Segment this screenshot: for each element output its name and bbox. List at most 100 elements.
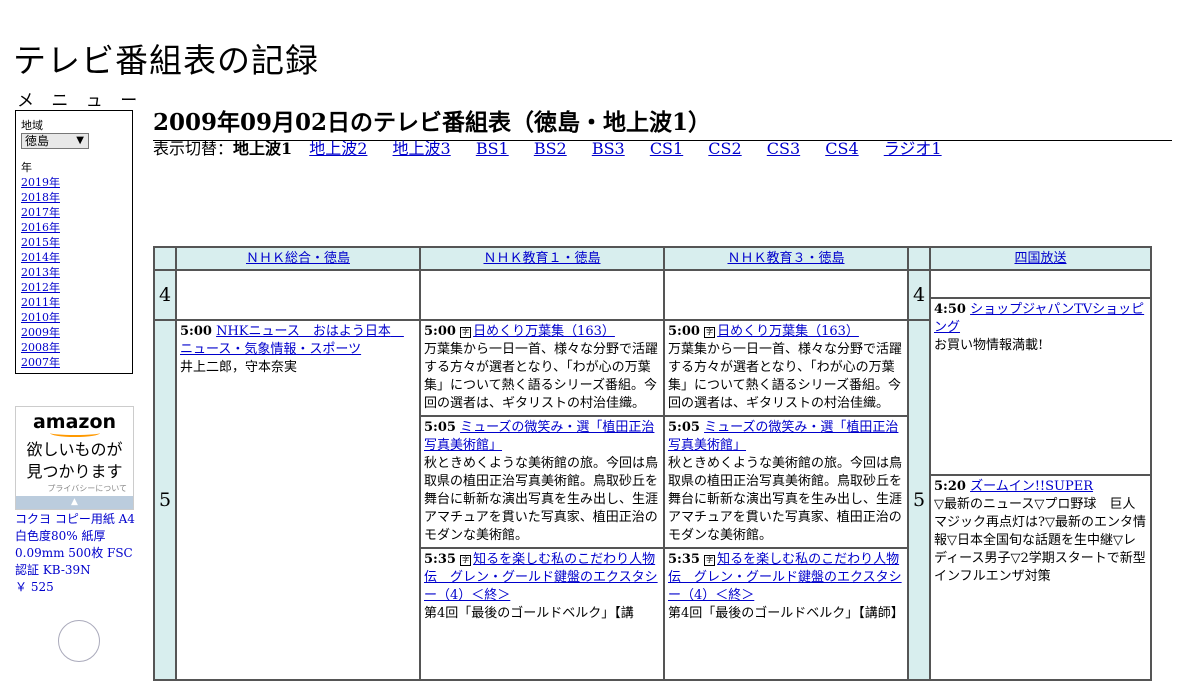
program-grid: ＮＨＫ総合・徳島 ＮＨＫ教育１・徳島 ＮＨＫ教育３・徳島 四国放送 4 4 4:… [153,246,1152,681]
switch-link[interactable]: CS3 [767,139,800,158]
program-desc: 万葉集から一日一首、様々な分野で活躍する方々が選者となり、「わが心の万葉集」につ… [424,342,659,411]
program-time: 5:00 [424,324,456,339]
switch-link[interactable]: BS1 [476,139,509,158]
amazon-ad-banner[interactable]: amazon 欲しいものが 見つかります プライバシーについて ▲ [15,406,134,510]
channel-link[interactable]: ＮＨＫ教育３・徳島 [727,251,844,266]
hour-label: 4 [153,269,177,321]
program: 5:00 NHKニュース おはよう日本 ニュース・気象情報・スポーツ 井上二郎，… [180,323,416,380]
program-time: 5:35 [424,552,456,567]
year-link[interactable]: 2009年 [21,325,127,340]
program: 5:00 字日めくり万葉集（163） 万葉集から一日一首、様々な分野で活躍する方… [665,321,907,417]
year-link[interactable]: 2014年 [21,250,127,265]
hour-row: 4 4 4:50 ショップジャパンTVショッピング お買い物情報満載! 5:20… [153,269,1152,681]
switch-link[interactable]: ラジオ1 [884,139,942,158]
hour-label: 4 [907,269,931,321]
switch-link[interactable]: 地上波3 [393,139,451,158]
year-link[interactable]: 2010年 [21,310,127,325]
program: 5:05 ミューズの微笑み・選「植田正治写真美術館」 秋ときめくような美術館の旅… [421,417,663,549]
ad-product-price: ￥ 525 [15,580,54,594]
program-time: 4:50 [934,302,966,317]
switch-link[interactable]: CS4 [825,139,858,158]
program-desc: 第4回「最後のゴールドベルク」【講 [424,606,634,621]
year-link[interactable]: 2019年 [21,175,127,190]
program: 5:00 字日めくり万葉集（163） 万葉集から一日一首、様々な分野で活躍する方… [421,321,663,417]
program-time: 5:35 [668,552,700,567]
channel-header-row: ＮＨＫ総合・徳島 ＮＨＫ教育１・徳島 ＮＨＫ教育３・徳島 四国放送 [153,246,1152,271]
channel-link[interactable]: ＮＨＫ教育１・徳島 [483,251,600,266]
channel-header: ＮＨＫ教育３・徳島 [663,246,909,271]
year-link[interactable]: 2016年 [21,220,127,235]
program: 5:20 ズームイン!!SUPER ▽最新のニュース▽プロ野球 巨人マジック再点… [931,476,1150,588]
chevron-up-icon[interactable]: ▲ [16,496,133,509]
year-link[interactable]: 2015年 [21,235,127,250]
year-label: 年 [21,161,32,174]
program-title[interactable]: ミューズの微笑み・選「植田正治写真美術館」 [424,420,654,453]
program-cell: 5:00 字日めくり万葉集（163） 万葉集から一日一首、様々な分野で活躍する方… [663,319,909,681]
program-cell-empty [419,269,665,321]
program-title[interactable]: ズームイン!!SUPER [970,479,1093,494]
program-title[interactable]: NHKニュース おはよう日本 ニュース・気象情報・スポーツ [180,324,404,357]
channel-link[interactable]: 四国放送 [1014,251,1066,266]
program-desc: 秋ときめくような美術館の旅。今回は鳥取県の植田正治写真美術館。鳥取砂丘を舞台に斬… [668,456,903,543]
switch-link[interactable]: CS1 [650,139,683,158]
program-time: 5:05 [668,420,700,435]
channel-header: ＮＨＫ教育１・徳島 [419,246,665,271]
program-title[interactable]: 知るを楽しむ私のこだわり人物伝 グレン・グールド鍵盤のエクスタシー（4）＜終＞ [668,552,902,603]
year-link[interactable]: 2013年 [21,265,127,280]
amazon-logo: amazon [32,411,117,433]
program-desc: 第4回「最後のゴールドベルク」【講師】 [668,606,904,621]
program-title[interactable]: 日めくり万葉集（163） [473,324,615,339]
menu-box: 地域 徳島 ▼ 年 2019年 2018年 2017年 2016年 2015年 … [15,110,133,374]
hour-label: 5 [907,319,931,681]
program: 5:05 ミューズの微笑み・選「植田正治写真美術館」 秋ときめくような美術館の旅… [665,417,907,549]
ad-image[interactable] [58,620,100,662]
program-time: 5:00 [668,324,700,339]
program-desc: 万葉集から一日一首、様々な分野で活躍する方々が選者となり、「わが心の万葉集」につ… [668,342,903,411]
channel-link[interactable]: ＮＨＫ総合・徳島 [246,251,350,266]
program-desc: 井上二郎，守本奈実 [180,360,298,375]
program: 5:35 字知るを楽しむ私のこだわり人物伝 グレン・グールド鍵盤のエクスタシー（… [421,549,663,625]
switch-link[interactable]: 地上波2 [309,139,367,158]
ad-product[interactable]: コクヨ コピー用紙 A4 白色度80% 紙厚 0.09mm 500枚 FSC認証… [15,511,140,596]
program-title[interactable]: 知るを楽しむ私のこだわり人物伝 グレン・グールド鍵盤のエクスタシー（4）＜終＞ [424,552,658,603]
year-link[interactable]: 2007年 [21,355,127,370]
menu-heading: メ ニ ュ ー [17,91,144,111]
subtitle-icon: 字 [460,327,472,338]
ad-privacy-link[interactable]: プライバシーについて [16,483,133,494]
year-link[interactable]: 2008年 [21,340,127,355]
program-desc: ▽最新のニュース▽プロ野球 巨人マジック再点灯は?▽最新のエンタ情報▽日本全国旬… [934,497,1146,584]
program-cell-empty [663,269,909,321]
year-link[interactable]: 2012年 [21,280,127,295]
switch-link[interactable]: BS3 [592,139,625,158]
year-link[interactable]: 2011年 [21,295,127,310]
program-cell: 4:50 ショップジャパンTVショッピング お買い物情報満載! 5:20 ズーム… [929,269,1152,681]
switch-link[interactable]: CS2 [708,139,741,158]
hour-header-cell [153,246,177,271]
program-title[interactable]: ミューズの微笑み・選「植田正治写真美術館」 [668,420,898,453]
switch-link[interactable]: BS2 [534,139,567,158]
program-desc: お買い物情報満載! [934,338,1044,353]
channel-switcher: 表示切替：地上波1 地上波2 地上波3 BS1 BS2 BS3 CS1 CS2 … [153,135,962,159]
program-title[interactable]: ショップジャパンTVショッピング [934,302,1144,335]
program: 5:35 字知るを楽しむ私のこだわり人物伝 グレン・グールド鍵盤のエクスタシー（… [665,549,907,625]
switch-current: 地上波1 [233,139,293,158]
subtitle-icon: 字 [704,327,716,338]
ad-product-desc[interactable]: コクヨ コピー用紙 A4 白色度80% 紙厚 0.09mm 500枚 FSC認証… [15,511,140,579]
year-link[interactable]: 2017年 [21,205,127,220]
program-cell: 5:00 NHKニュース おはよう日本 ニュース・気象情報・スポーツ 井上二郎，… [175,319,421,681]
program-cell-empty [175,269,421,321]
program-time: 5:20 [934,479,966,494]
region-select[interactable]: 徳島 ▼ [21,133,89,149]
program-time: 5:05 [424,420,456,435]
program-title[interactable]: 日めくり万葉集（163） [717,324,859,339]
switch-label: 表示切替： [153,139,234,158]
hour-label: 5 [153,319,177,681]
ad-copy-line1: 欲しいものが [26,440,123,459]
ad-copy-line2: 見つかります [26,462,123,481]
chevron-down-icon: ▼ [76,135,84,146]
program: 4:50 ショップジャパンTVショッピング お買い物情報満載! [931,299,1150,476]
channel-header: 四国放送 [929,246,1152,271]
channel-header: ＮＨＫ総合・徳島 [175,246,421,271]
year-link[interactable]: 2018年 [21,190,127,205]
subtitle-icon: 字 [704,555,716,566]
